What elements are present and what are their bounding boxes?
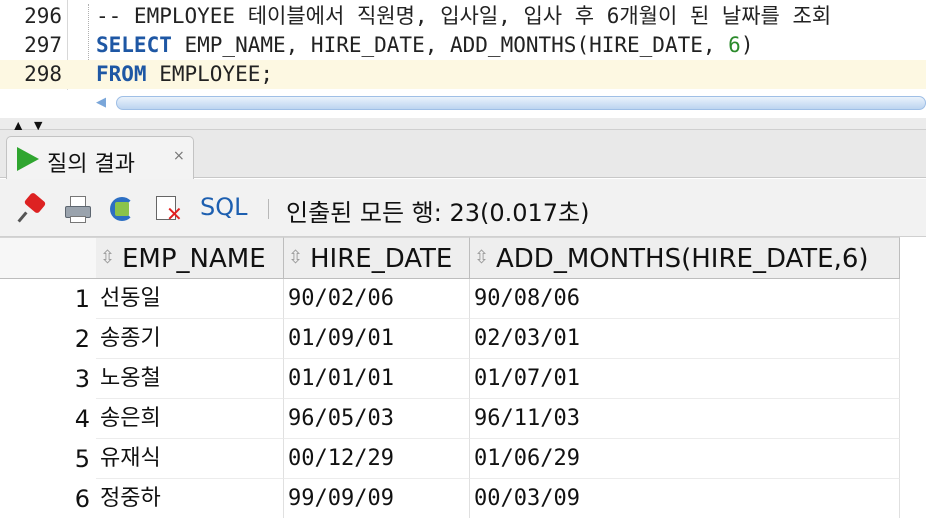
results-grid[interactable]: ⇳ EMP_NAME ⇳ HIRE_DATE ⇳ ADD_MONTHS(HIRE… — [0, 237, 926, 518]
sql-text: ) — [740, 33, 754, 57]
row-header-corner — [0, 237, 96, 279]
results-tab-bar: 질의 결과 × — [0, 130, 926, 179]
cell-hire-date[interactable]: 01/09/01 — [284, 319, 470, 359]
row-number: 6 — [74, 485, 90, 513]
column-header-label: ADD_MONTHS(HIRE_DATE,6) — [496, 244, 869, 274]
results-toolbar: ✕ SQL 인출된 모든 행: 23(0.017초) — [0, 179, 926, 237]
close-icon[interactable]: × — [173, 148, 185, 164]
scroll-left-icon[interactable]: ◀ — [96, 95, 106, 110]
sort-icon[interactable]: ⇳ — [288, 247, 303, 268]
cell-emp-name[interactable]: 노옹철 — [96, 359, 284, 399]
tab-query-result[interactable]: 질의 결과 × — [6, 136, 194, 179]
row-number: 3 — [74, 365, 90, 393]
sql-text: EMP_NAME, HIRE_DATE, ADD_MONTHS(HIRE_DAT… — [171, 33, 729, 57]
cell-emp-name[interactable]: 정중하 — [96, 479, 284, 518]
scrollbar-thumb[interactable] — [116, 96, 926, 110]
line-number: 296 — [24, 4, 62, 28]
table-row[interactable]: 4 송은희 96/05/03 96/11/03 — [0, 399, 926, 439]
cell-hire-date[interactable]: 90/02/06 — [284, 279, 470, 319]
sql-keyword: FROM — [96, 62, 147, 86]
sql-statement: FROM EMPLOYEE; — [96, 60, 273, 89]
sql-button[interactable]: SQL — [200, 193, 248, 221]
cell-add-months[interactable]: 90/08/06 — [470, 279, 900, 319]
line-number: 297 — [24, 33, 62, 57]
sql-editor[interactable]: 296 -- EMPLOYEE 테이블에서 직원명, 입사일, 입사 후 6개월… — [0, 0, 926, 120]
cell-add-months[interactable]: 02/03/01 — [470, 319, 900, 359]
column-header-label: HIRE_DATE — [310, 244, 453, 274]
sql-keyword: SELECT — [96, 33, 172, 57]
cell-add-months[interactable]: 01/07/01 — [470, 359, 900, 399]
cell-emp-name[interactable]: 선동일 — [96, 279, 284, 319]
editor-horizontal-scrollbar[interactable]: ◀ — [90, 92, 926, 114]
row-number: 1 — [74, 285, 90, 313]
row-number: 5 — [74, 445, 90, 473]
cell-add-months[interactable]: 01/06/29 — [470, 439, 900, 479]
pin-icon[interactable] — [17, 191, 47, 223]
run-icon — [17, 147, 39, 171]
table-row[interactable]: 5 유재식 00/12/29 01/06/29 — [0, 439, 926, 479]
table-row[interactable]: 3 노옹철 01/01/01 01/07/01 — [0, 359, 926, 399]
table-row[interactable]: 6 정중하 99/09/09 00/03/09 — [0, 479, 926, 518]
column-header-hire-date[interactable]: ⇳ HIRE_DATE — [284, 237, 470, 279]
cell-emp-name[interactable]: 송종기 — [96, 319, 284, 359]
row-number: 2 — [74, 325, 90, 353]
table-row[interactable]: 2 송종기 01/09/01 02/03/01 — [0, 319, 926, 359]
clear-results-icon[interactable]: ✕ — [154, 195, 183, 224]
table-row[interactable]: 1 선동일 90/02/06 90/08/06 — [0, 279, 926, 319]
print-icon[interactable] — [64, 195, 92, 223]
sql-number: 6 — [728, 33, 741, 57]
sql-comment: -- EMPLOYEE 테이블에서 직원명, 입사일, 입사 후 6개월이 된 … — [96, 4, 832, 28]
column-header-emp-name[interactable]: ⇳ EMP_NAME — [96, 237, 284, 279]
fetch-status: 인출된 모든 행: 23(0.017초) — [286, 199, 590, 227]
sql-text: EMPLOYEE; — [146, 62, 274, 86]
cell-hire-date[interactable]: 01/01/01 — [284, 359, 470, 399]
column-header-label: EMP_NAME — [122, 244, 266, 274]
editor-line-296[interactable]: 296 -- EMPLOYEE 테이블에서 직원명, 입사일, 입사 후 6개월… — [0, 2, 926, 31]
tab-label: 질의 결과 — [47, 152, 135, 177]
editor-line-297[interactable]: 297 SELECT EMP_NAME, HIRE_DATE, ADD_MONT… — [0, 31, 926, 60]
sql-statement: SELECT EMP_NAME, HIRE_DATE, ADD_MONTHS(H… — [96, 31, 753, 60]
cell-emp-name[interactable]: 송은희 — [96, 399, 284, 439]
row-number: 4 — [74, 405, 90, 433]
cell-add-months[interactable]: 00/03/09 — [470, 479, 900, 518]
cell-hire-date[interactable]: 99/09/09 — [284, 479, 470, 518]
panel-splitter[interactable]: ▲ ▼ — [0, 118, 926, 132]
line-number: 298 — [24, 62, 62, 86]
toolbar-separator — [268, 199, 269, 219]
refresh-icon[interactable] — [108, 195, 136, 223]
cell-add-months[interactable]: 96/11/03 — [470, 399, 900, 439]
cell-hire-date[interactable]: 96/05/03 — [284, 399, 470, 439]
column-header-add-months[interactable]: ⇳ ADD_MONTHS(HIRE_DATE,6) — [470, 237, 900, 279]
cell-hire-date[interactable]: 00/12/29 — [284, 439, 470, 479]
cell-emp-name[interactable]: 유재식 — [96, 439, 284, 479]
editor-line-298[interactable]: 298 FROM EMPLOYEE; — [0, 60, 926, 89]
sort-icon[interactable]: ⇳ — [474, 247, 489, 268]
sort-icon[interactable]: ⇳ — [100, 247, 115, 268]
